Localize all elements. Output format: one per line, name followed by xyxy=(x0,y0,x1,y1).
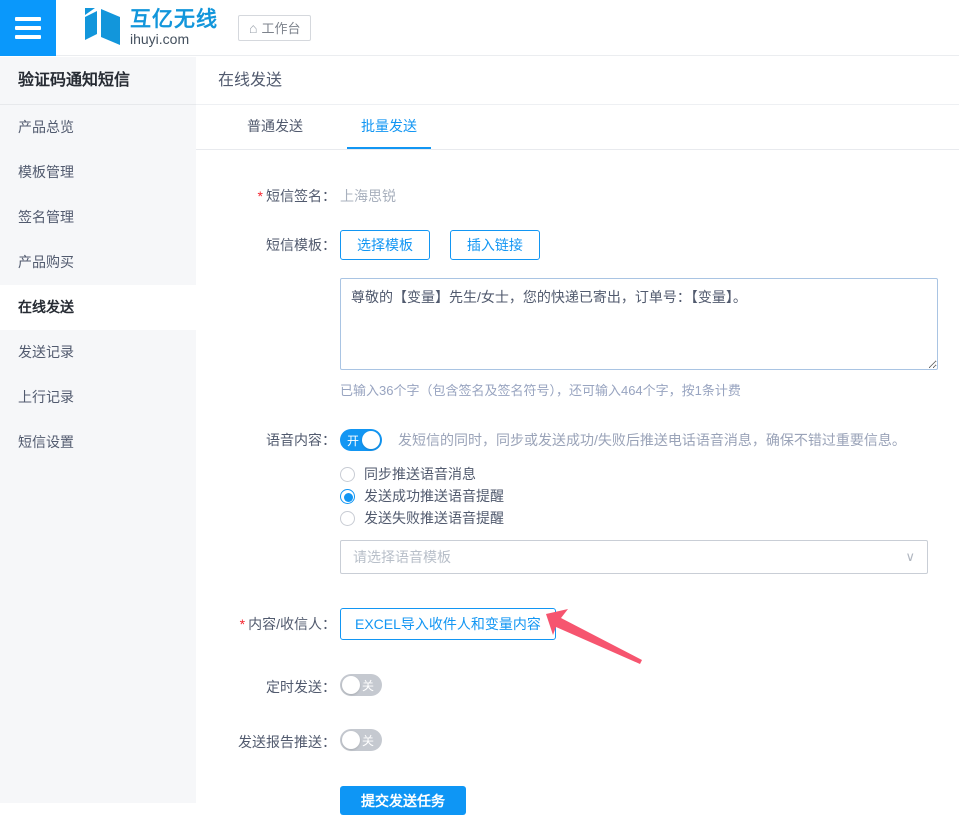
sidebar-item-product-purchase[interactable]: 产品购买 xyxy=(0,240,196,285)
sidebar-item-uplink-records[interactable]: 上行记录 xyxy=(0,375,196,420)
required-mark: * xyxy=(240,616,245,632)
insert-link-button[interactable]: 插入链接 xyxy=(450,230,540,260)
sidebar-item-signature-management[interactable]: 签名管理 xyxy=(0,195,196,240)
choose-template-button[interactable]: 选择模板 xyxy=(340,230,430,260)
toggle-knob xyxy=(362,431,380,449)
sidebar-item-product-overview[interactable]: 产品总览 xyxy=(0,105,196,150)
voice-toggle[interactable]: 开 xyxy=(340,429,382,451)
hamburger-menu-icon[interactable] xyxy=(0,0,56,56)
recipients-label: *内容/收信人： xyxy=(196,608,340,640)
radio-fail-voice[interactable]: 发送失败推送语音提醒 xyxy=(340,507,959,529)
radio-sync-voice[interactable]: 同步推送语音消息 xyxy=(340,463,959,485)
toggle-knob xyxy=(342,731,360,749)
voice-description: 发短信的同时，同步或发送成功/失败后推送电话语音消息，确保不错过重要信息。 xyxy=(398,429,906,451)
workbench-label: 工作台 xyxy=(261,18,300,37)
brand-logo[interactable]: 互亿无线 ihuyi.com xyxy=(84,8,218,48)
home-icon: ⌂ xyxy=(249,21,257,35)
sidebar-item-send-records[interactable]: 发送记录 xyxy=(0,330,196,375)
report-label: 发送报告推送： xyxy=(196,731,340,753)
radio-icon xyxy=(340,511,355,526)
required-mark: * xyxy=(258,188,263,204)
sidebar-item-online-send[interactable]: 在线发送 xyxy=(0,285,196,330)
logo-title: 互亿无线 xyxy=(130,9,218,31)
voice-select-placeholder: 请选择语音模板 xyxy=(353,547,451,567)
radio-icon xyxy=(340,467,355,482)
logo-domain: ihuyi.com xyxy=(130,31,218,47)
tab-bar: 普通发送 批量发送 xyxy=(196,105,959,150)
tab-normal-send[interactable]: 普通发送 xyxy=(233,105,317,149)
voice-toggle-state: 开 xyxy=(347,432,359,449)
toggle-knob xyxy=(342,676,360,694)
message-content-textarea[interactable]: 尊敬的【变量】先生/女士，您的快递已寄出，订单号：【变量】。 xyxy=(340,278,938,370)
page-title: 在线发送 xyxy=(196,57,959,105)
radio-success-voice[interactable]: 发送成功推送语音提醒 xyxy=(340,485,959,507)
excel-import-button[interactable]: EXCEL导入收件人和变量内容 xyxy=(340,608,556,640)
batch-send-form: *短信签名： 上海思锐 短信模板： 选择模板 插入链接 尊敬的【变量】先生/女士… xyxy=(196,150,959,815)
schedule-label: 定时发送： xyxy=(196,676,340,698)
sidebar-item-template-management[interactable]: 模板管理 xyxy=(0,150,196,195)
schedule-toggle-state: 关 xyxy=(362,677,374,694)
report-toggle-state: 关 xyxy=(362,732,374,749)
ihuyi-logo-icon xyxy=(84,8,122,48)
signature-value: 上海思锐 xyxy=(340,188,396,204)
workbench-button[interactable]: ⌂ 工作台 xyxy=(238,15,311,41)
main-content: 在线发送 普通发送 批量发送 *短信签名： 上海思锐 短信模板： 选择模板 插入… xyxy=(196,57,959,803)
voice-label: 语音内容： xyxy=(196,429,340,451)
signature-label: *短信签名： xyxy=(196,186,340,206)
sidebar-item-sms-settings[interactable]: 短信设置 xyxy=(0,420,196,465)
tab-batch-send[interactable]: 批量发送 xyxy=(347,105,431,149)
submit-send-task-button[interactable]: 提交发送任务 xyxy=(340,786,466,815)
char-count-helper: 已输入36个字（包含签名及签名符号），还可输入464个字，按1条计费 xyxy=(340,380,959,399)
sidebar: 验证码通知短信 产品总览 模板管理 签名管理 产品购买 在线发送 发送记录 上行… xyxy=(0,57,196,803)
top-header: 互亿无线 ihuyi.com ⌂ 工作台 xyxy=(0,0,959,56)
schedule-toggle[interactable]: 关 xyxy=(340,674,382,696)
template-label: 短信模板： xyxy=(196,230,340,260)
chevron-down-icon: ∨ xyxy=(905,549,915,565)
sidebar-title: 验证码通知短信 xyxy=(0,57,196,105)
radio-selected-icon xyxy=(340,489,355,504)
voice-template-select[interactable]: 请选择语音模板 ∨ xyxy=(340,540,928,574)
report-toggle[interactable]: 关 xyxy=(340,729,382,751)
